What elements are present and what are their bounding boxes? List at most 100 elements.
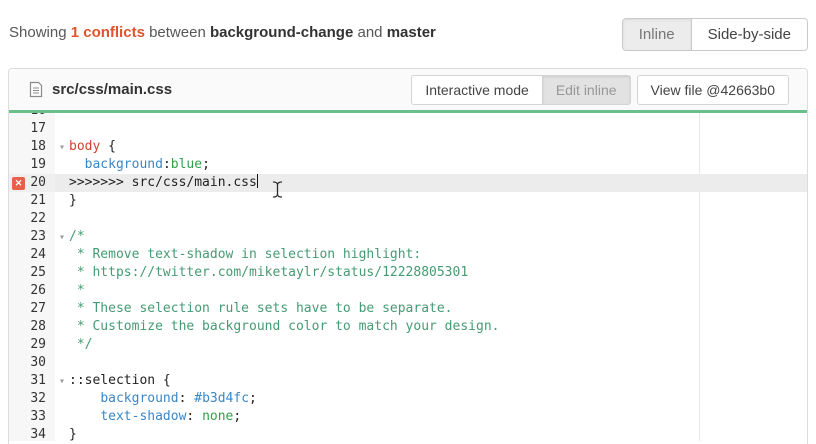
- line-gutter: 31: [9, 372, 55, 390]
- interactive-mode-button[interactable]: Interactive mode: [411, 75, 543, 105]
- line-number: 33: [9, 408, 46, 426]
- fold-arrow-icon[interactable]: ▾: [55, 372, 69, 390]
- code-line[interactable]: 32 background: #b3d4fc;: [9, 390, 807, 408]
- code-line[interactable]: 23▾/*: [9, 228, 807, 246]
- code-token: ;: [233, 409, 241, 424]
- fold-column: [55, 408, 69, 426]
- fold-column: [55, 192, 69, 210]
- view-mode-toggle: Inline Side-by-side: [622, 18, 808, 51]
- code-content[interactable]: }: [69, 192, 807, 210]
- code-line[interactable]: 18▾body {: [9, 138, 807, 156]
- code-line[interactable]: 33 text-shadow: none;: [9, 408, 807, 426]
- fold-arrow-icon[interactable]: ▾: [55, 138, 69, 156]
- line-gutter: 22: [9, 210, 55, 228]
- conflict-file-panel: src/css/main.css Interactive mode Edit i…: [8, 68, 808, 444]
- code-token: {: [100, 139, 116, 154]
- code-token: ;: [249, 391, 257, 406]
- code-token: background: [100, 391, 178, 406]
- code-line[interactable]: 28 * Customize the background color to m…: [9, 318, 807, 336]
- line-number: 30: [9, 354, 46, 372]
- code-token: [69, 409, 100, 424]
- code-line[interactable]: ✕20 >>>>>>> src/css/main.css: [9, 174, 807, 192]
- fold-column: [55, 426, 69, 441]
- code-content[interactable]: * Customize the background color to matc…: [69, 318, 807, 336]
- code-line[interactable]: 21}: [9, 192, 807, 210]
- inline-view-button[interactable]: Inline: [623, 19, 692, 50]
- line-gutter: 21: [9, 192, 55, 210]
- code-token: #b3d4fc: [194, 391, 249, 406]
- code-line[interactable]: 30: [9, 354, 807, 372]
- text-caret: [257, 174, 259, 188]
- code-content[interactable]: }: [69, 426, 807, 441]
- line-number: 25: [9, 264, 46, 282]
- edit-mode-button-group: Interactive mode Edit inline: [411, 75, 630, 105]
- code-content[interactable]: body {: [69, 138, 807, 156]
- code-line[interactable]: 16: [9, 113, 807, 120]
- line-gutter: 16: [9, 113, 55, 120]
- line-number: 21: [9, 192, 46, 210]
- code-editor[interactable]: 161718▾body {19 background:blue;✕20 >>>>>…: [9, 113, 807, 441]
- fold-arrow-icon[interactable]: ▾: [55, 228, 69, 246]
- code-token: text-shadow: [100, 409, 186, 424]
- line-number: 24: [9, 246, 46, 264]
- edit-inline-button[interactable]: Edit inline: [542, 75, 631, 105]
- side-by-side-view-button[interactable]: Side-by-side: [692, 19, 807, 50]
- code-content[interactable]: ::selection {: [69, 372, 807, 390]
- conflict-count: 1 conflicts: [71, 24, 145, 41]
- code-token: * https://twitter.com/miketaylr/status/1…: [69, 265, 468, 280]
- code-content[interactable]: * These selection rule sets have to be s…: [69, 300, 807, 318]
- line-gutter: 27: [9, 300, 55, 318]
- code-content[interactable]: * Remove text-shadow in selection highli…: [69, 246, 807, 264]
- line-number: 16: [9, 113, 46, 120]
- code-token: none: [202, 409, 233, 424]
- view-file-button[interactable]: View file @42663b0: [637, 75, 789, 105]
- code-content[interactable]: [69, 120, 807, 138]
- code-line[interactable]: 26 *: [9, 282, 807, 300]
- target-branch: master: [387, 24, 436, 41]
- code-content[interactable]: background:blue;: [69, 156, 807, 174]
- code-line[interactable]: 29 */: [9, 336, 807, 354]
- code-line[interactable]: 24 * Remove text-shadow in selection hig…: [9, 246, 807, 264]
- code-token: blue: [171, 157, 202, 172]
- fold-column: [55, 354, 69, 372]
- code-line[interactable]: 25 * https://twitter.com/miketaylr/statu…: [9, 264, 807, 282]
- code-token: ::selection {: [69, 373, 171, 388]
- code-token: :: [186, 409, 202, 424]
- code-line[interactable]: 31 ▾::selection {: [9, 372, 807, 390]
- code-content[interactable]: [69, 210, 807, 228]
- line-gutter: 25: [9, 264, 55, 282]
- line-gutter: 23: [9, 228, 55, 246]
- code-line[interactable]: 27 * These selection rule sets have to b…: [9, 300, 807, 318]
- code-line[interactable]: 17: [9, 120, 807, 138]
- code-token: * These selection rule sets have to be s…: [69, 301, 453, 316]
- line-number: 34: [9, 426, 46, 441]
- code-token: *: [69, 283, 85, 298]
- fold-column: [55, 113, 69, 120]
- line-gutter: 29: [9, 336, 55, 354]
- code-content[interactable]: */: [69, 336, 807, 354]
- fold-column: [55, 156, 69, 174]
- line-number: 31: [9, 372, 46, 390]
- code-content[interactable]: /*: [69, 228, 807, 246]
- file-header-actions: Interactive mode Edit inline View file @…: [411, 75, 789, 105]
- code-token: * Remove text-shadow in selection highli…: [69, 247, 421, 262]
- code-line[interactable]: 34}: [9, 426, 807, 441]
- fold-column: [55, 246, 69, 264]
- code-content[interactable]: >>>>>>> src/css/main.css: [69, 174, 807, 192]
- code-token: [69, 391, 100, 406]
- file-icon: [29, 81, 43, 98]
- code-content[interactable]: [69, 113, 807, 120]
- code-content[interactable]: *: [69, 282, 807, 300]
- code-line[interactable]: 19 background:blue;: [9, 156, 807, 174]
- code-line[interactable]: 22: [9, 210, 807, 228]
- code-content[interactable]: * https://twitter.com/miketaylr/status/1…: [69, 264, 807, 282]
- code-content[interactable]: text-shadow: none;: [69, 408, 807, 426]
- line-gutter: 30: [9, 354, 55, 372]
- code-content[interactable]: [69, 354, 807, 372]
- code-token: ;: [202, 157, 210, 172]
- code-token: background: [85, 157, 163, 172]
- code-token: /*: [69, 229, 85, 244]
- conflict-error-icon: ✕: [12, 177, 25, 190]
- line-gutter: ✕20: [9, 174, 55, 192]
- code-content[interactable]: background: #b3d4fc;: [69, 390, 807, 408]
